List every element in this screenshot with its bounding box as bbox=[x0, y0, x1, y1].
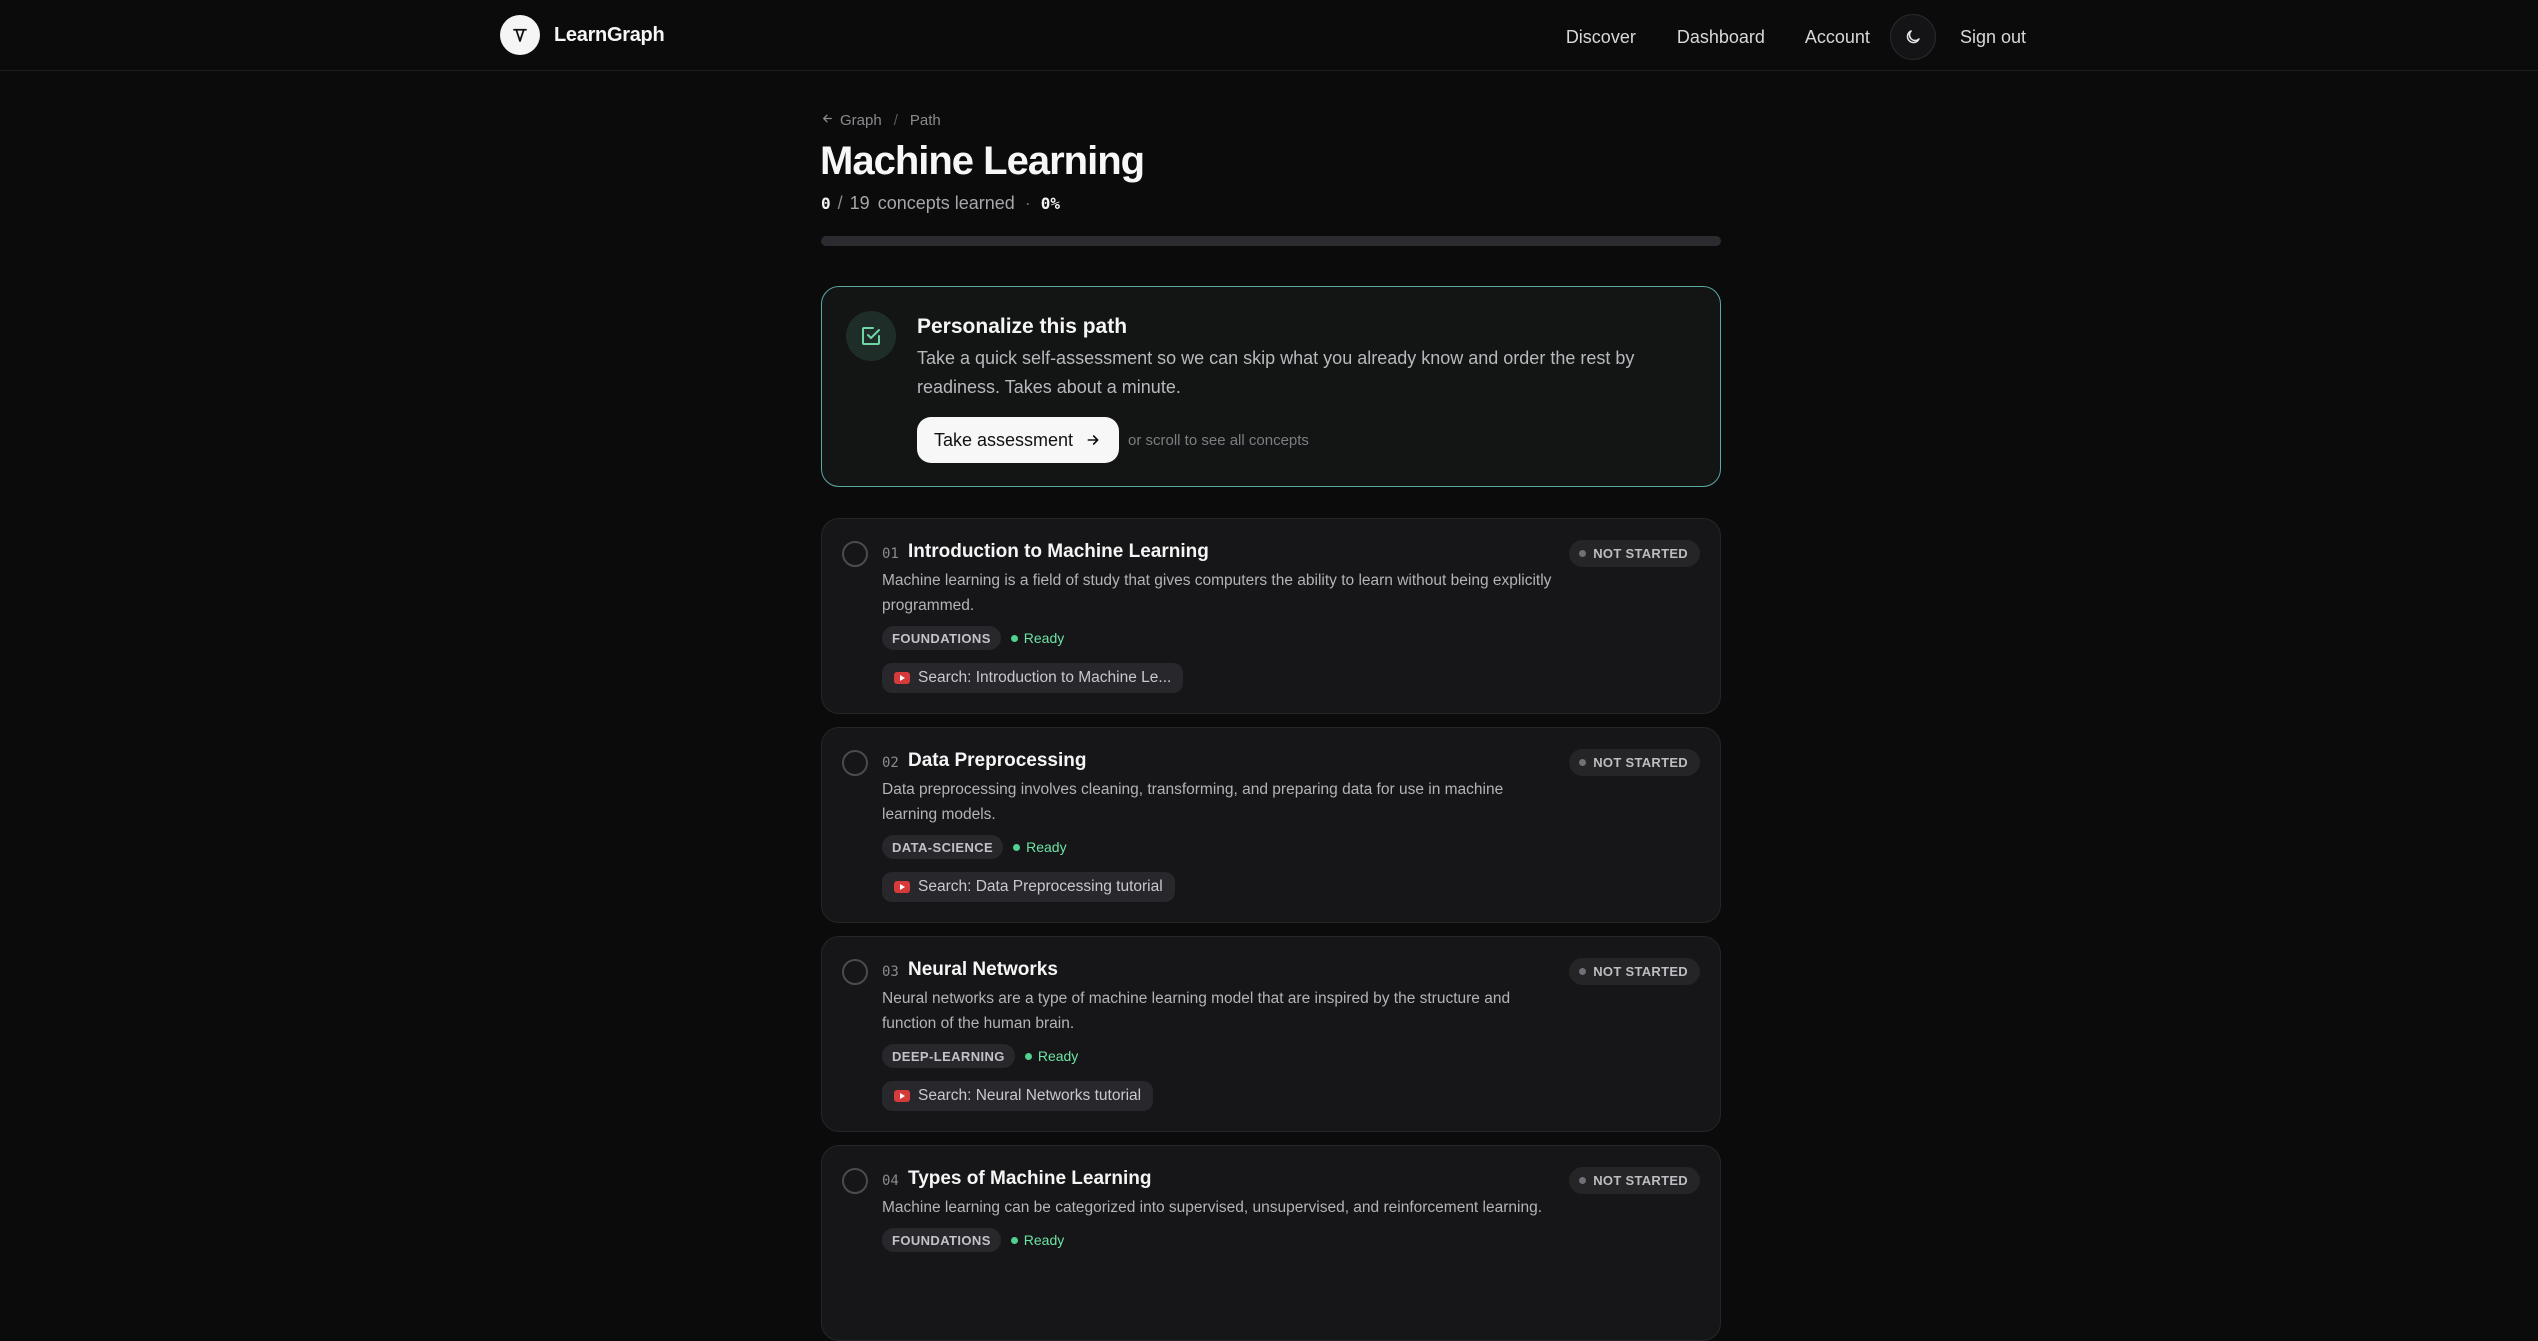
video-search-link[interactable]: Search: Neural Networks tutorial bbox=[882, 1081, 1154, 1111]
concept-title[interactable]: Data Preprocessing bbox=[908, 750, 1086, 772]
youtube-icon bbox=[894, 1090, 910, 1102]
concept-title[interactable]: Introduction to Machine Learning bbox=[908, 541, 1209, 563]
breadcrumb: Graph / Path bbox=[821, 112, 941, 129]
youtube-icon bbox=[894, 881, 910, 893]
status-label: NOT STARTED bbox=[1593, 755, 1688, 770]
readiness-indicator: Ready bbox=[1024, 1048, 1079, 1064]
status-label: NOT STARTED bbox=[1593, 1173, 1688, 1188]
concept-card[interactable]: 01 Introduction to Machine Learning Mach… bbox=[821, 518, 1721, 714]
nav-dashboard-link[interactable]: Dashboard bbox=[1677, 27, 1765, 48]
main-nav: Discover Dashboard Account Sign out bbox=[1566, 14, 2026, 60]
readiness-label: Ready bbox=[1026, 839, 1067, 855]
status-label: NOT STARTED bbox=[1593, 964, 1688, 979]
readiness-label: Ready bbox=[1023, 630, 1065, 646]
brand-name: LearnGraph bbox=[554, 23, 665, 46]
ready-dot-icon bbox=[1010, 634, 1018, 642]
readiness-label: Ready bbox=[1023, 1232, 1065, 1248]
top-navigation-bar: LearnGraph Discover Dashboard Account Si… bbox=[0, 0, 2538, 71]
progress-percent: 0% bbox=[1040, 194, 1061, 213]
concept-meta: DATA-SCIENCE Ready bbox=[882, 835, 1067, 859]
breadcrumb-graph-link[interactable]: Graph bbox=[840, 112, 882, 129]
count-separator: / bbox=[837, 193, 843, 213]
concept-meta: FOUNDATIONS Ready bbox=[882, 626, 1064, 650]
ready-dot-icon bbox=[1010, 1236, 1018, 1244]
status-dot-icon bbox=[1579, 759, 1587, 766]
status-badge: NOT STARTED bbox=[1569, 540, 1700, 567]
concept-description: Machine learning can be categorized into… bbox=[882, 1199, 1543, 1216]
video-search-label: Search: Introduction to Machine Le... bbox=[918, 669, 1172, 686]
checkbox-pen-icon bbox=[846, 311, 896, 361]
status-label: NOT STARTED bbox=[1593, 546, 1688, 561]
category-tag: DATA-SCIENCE bbox=[882, 835, 1004, 859]
status-badge: NOT STARTED bbox=[1569, 1167, 1700, 1194]
theme-toggle-button[interactable] bbox=[1889, 14, 1936, 60]
status-badge: NOT STARTED bbox=[1569, 958, 1700, 985]
breadcrumb-path: Path bbox=[909, 112, 941, 129]
completion-checkbox[interactable] bbox=[842, 750, 868, 776]
concept-card[interactable]: 03 Neural Networks Neural networks are a… bbox=[821, 936, 1721, 1132]
concept-card[interactable]: 02 Data Preprocessing Data preprocessing… bbox=[821, 727, 1721, 923]
sign-out-link[interactable]: Sign out bbox=[1960, 27, 2026, 48]
video-search-label: Search: Neural Networks tutorial bbox=[918, 1087, 1142, 1104]
concept-description: Neural networks are a type of machine le… bbox=[882, 990, 1511, 1032]
status-dot-icon bbox=[1579, 1177, 1587, 1184]
back-arrow-icon bbox=[821, 112, 834, 129]
stats-dot-separator: · bbox=[1024, 193, 1031, 213]
breadcrumb-separator: / bbox=[893, 112, 898, 129]
take-assessment-button[interactable]: Take assessment bbox=[917, 417, 1120, 463]
ready-dot-icon bbox=[1024, 1052, 1032, 1060]
learned-label: concepts learned bbox=[877, 193, 1015, 213]
ready-dot-icon bbox=[1013, 843, 1021, 851]
progress-stats: 0 / 19 concepts learned · 0% bbox=[821, 193, 1060, 214]
page-title: Machine Learning bbox=[820, 139, 1145, 183]
nav-account-link[interactable]: Account bbox=[1805, 27, 1870, 48]
personalize-title: Personalize this path bbox=[917, 315, 1128, 338]
status-badge: NOT STARTED bbox=[1569, 749, 1700, 776]
video-search-link[interactable]: Search: Introduction to Machine Le... bbox=[882, 663, 1184, 693]
readiness-indicator: Ready bbox=[1010, 1232, 1065, 1248]
concept-description: Data preprocessing involves cleaning, tr… bbox=[882, 781, 1504, 823]
completion-checkbox[interactable] bbox=[842, 959, 868, 985]
concept-number: 01 bbox=[882, 546, 899, 562]
concept-number: 04 bbox=[882, 1173, 899, 1189]
total-count: 19 bbox=[849, 193, 870, 213]
video-search-link[interactable]: Search: Data Preprocessing tutorial bbox=[882, 872, 1175, 902]
readiness-indicator: Ready bbox=[1010, 630, 1065, 646]
moon-icon bbox=[1906, 30, 1920, 44]
video-search-label: Search: Data Preprocessing tutorial bbox=[918, 878, 1163, 895]
concept-meta: FOUNDATIONS Ready bbox=[882, 1228, 1064, 1252]
concept-title[interactable]: Neural Networks bbox=[908, 959, 1058, 981]
concept-card[interactable]: 04 Types of Machine Learning Machine lea… bbox=[821, 1145, 1721, 1341]
learned-count: 0 bbox=[821, 194, 831, 213]
status-dot-icon bbox=[1579, 968, 1587, 975]
personalize-card: Personalize this path Take a quick self-… bbox=[821, 286, 1721, 487]
readiness-indicator: Ready bbox=[1013, 839, 1067, 855]
nav-discover-link[interactable]: Discover bbox=[1566, 27, 1636, 48]
concept-number: 02 bbox=[882, 755, 899, 771]
take-assessment-label: Take assessment bbox=[934, 429, 1074, 450]
concept-meta: DEEP-LEARNING Ready bbox=[882, 1044, 1078, 1068]
completion-checkbox[interactable] bbox=[842, 1168, 868, 1194]
logo-icon bbox=[500, 15, 540, 55]
completion-checkbox[interactable] bbox=[842, 541, 868, 567]
category-tag: FOUNDATIONS bbox=[882, 626, 1001, 650]
arrow-right-icon bbox=[1087, 435, 1099, 445]
personalize-description: Take a quick self-assessment so we can s… bbox=[917, 348, 1635, 397]
concept-number: 03 bbox=[882, 964, 899, 980]
status-dot-icon bbox=[1579, 550, 1587, 557]
scroll-hint: or scroll to see all concepts bbox=[1128, 432, 1309, 449]
youtube-icon bbox=[894, 672, 910, 684]
category-tag: DEEP-LEARNING bbox=[882, 1044, 1015, 1068]
concept-title[interactable]: Types of Machine Learning bbox=[908, 1168, 1152, 1190]
concept-description: Machine learning is a field of study tha… bbox=[882, 572, 1552, 614]
category-tag: FOUNDATIONS bbox=[882, 1228, 1001, 1252]
readiness-label: Ready bbox=[1037, 1048, 1079, 1064]
brand-link[interactable]: LearnGraph bbox=[500, 15, 665, 55]
progress-bar bbox=[821, 236, 1721, 246]
